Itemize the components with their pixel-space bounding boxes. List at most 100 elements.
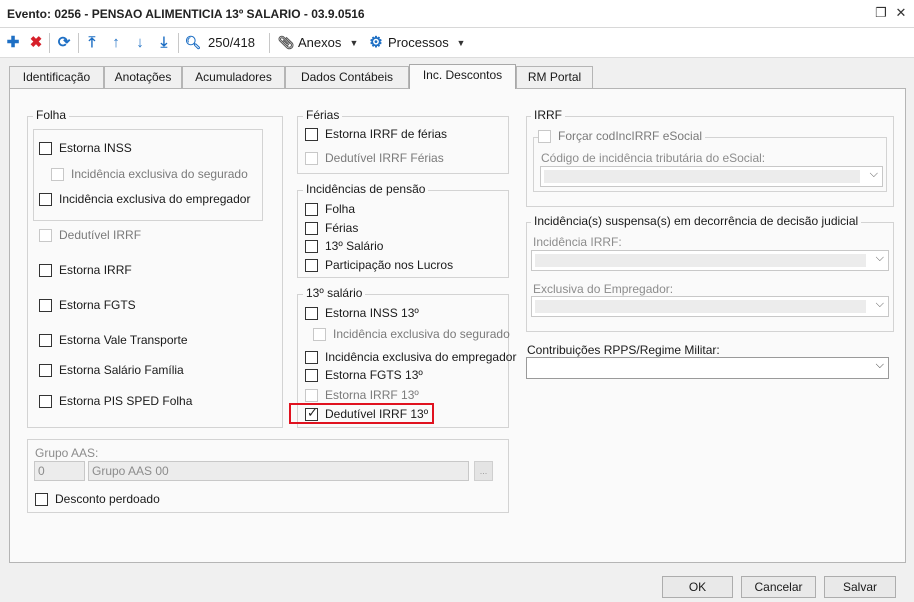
paperclip-icon[interactable]: 📎︎ xyxy=(276,32,296,54)
forcar-codinc-label: Forçar codIncIRRF eSocial xyxy=(558,129,703,143)
pensao-folha-label: Folha xyxy=(325,202,356,216)
folha-inc-excl-segurado-checkbox[interactable]: Incidência exclusiva do segurado xyxy=(51,166,248,182)
pensao-folha-checkbox[interactable]: Folha xyxy=(305,201,355,217)
refresh-icon[interactable]: ⟳ xyxy=(54,32,74,54)
codigo-incidencia-select[interactable]: ⌵ xyxy=(540,166,883,187)
first-record-icon[interactable]: ⤒ xyxy=(82,32,102,54)
estorna-salario-familia-label: Estorna Salário Família xyxy=(59,363,184,377)
processos-menu[interactable]: Processos xyxy=(388,32,449,54)
decimo-inc-excl-empregador-checkbox[interactable]: Incidência exclusiva do empregador xyxy=(305,349,516,365)
exclusiva-empregador-label: Exclusiva do Empregador: xyxy=(533,282,674,296)
estorna-irrf-ferias-label: Estorna IRRF de férias xyxy=(325,127,448,141)
decimo-inc-excl-segurado-checkbox[interactable]: Incidência exclusiva do segurado xyxy=(313,326,510,342)
incidencia-irrf-label: Incidência IRRF: xyxy=(533,235,622,249)
processos-caret-icon[interactable]: ▼ xyxy=(455,32,467,54)
estorna-fgts-13-label: Estorna FGTS 13º xyxy=(325,368,423,382)
anexos-caret-icon[interactable]: ▼ xyxy=(348,32,360,54)
suspensa-group-title: Incidência(s) suspensa(s) em decorrência… xyxy=(531,214,862,228)
toolbar: ✚ ✖ ⟳ ⤒ ↑ ↓ ⤓ 🔍︎ 250/418 📎︎ Anexos ▼ ⚙ P… xyxy=(0,28,914,58)
toolbar-separator xyxy=(78,33,79,53)
pensao-decimo-checkbox[interactable]: 13º Salário xyxy=(305,238,383,254)
window-title: Evento: 0256 - PENSAO ALIMENTICIA 13º SA… xyxy=(7,7,365,21)
dedutivel-irrf-ferias-label: Dedutível IRRF Férias xyxy=(325,151,444,165)
ferias-group-title: Férias xyxy=(303,108,343,122)
chevron-down-icon: ⌵ xyxy=(875,252,884,264)
grupo-aas-code-field[interactable]: 0 xyxy=(34,461,85,481)
last-record-icon[interactable]: ⤓ xyxy=(154,32,174,54)
estorna-pis-label: Estorna PIS SPED Folha xyxy=(59,394,193,408)
chevron-down-icon: ⌵ xyxy=(869,168,878,180)
tab-identificacao[interactable]: Identificação xyxy=(9,66,104,88)
codigo-incidencia-label: Código de incidência tributária do eSoci… xyxy=(541,151,766,165)
decimo-group-title: 13º salário xyxy=(303,286,366,300)
next-record-icon[interactable]: ↓ xyxy=(130,32,150,54)
estorna-vale-transporte-checkbox[interactable]: Estorna Vale Transporte xyxy=(39,332,188,348)
decimo-inc-excl-segurado-label: Incidência exclusiva do segurado xyxy=(333,327,510,341)
cancel-button[interactable]: Cancelar xyxy=(741,576,816,598)
pensao-decimo-label: 13º Salário xyxy=(325,239,384,253)
record-counter: 250/418 xyxy=(208,35,255,50)
desconto-perdoado-checkbox[interactable]: Desconto perdoado xyxy=(35,491,160,507)
dedutivel-irrf-label: Dedutível IRRF xyxy=(59,228,142,242)
estorna-fgts-label: Estorna FGTS xyxy=(59,298,136,312)
anexos-menu[interactable]: Anexos xyxy=(298,32,341,54)
add-icon[interactable]: ✚ xyxy=(3,32,23,54)
rpps-select[interactable]: ⌵ xyxy=(526,357,889,379)
highlight-annotation xyxy=(289,403,434,424)
restore-window-icon[interactable]: ❐ xyxy=(873,5,889,21)
pensao-ferias-label: Férias xyxy=(325,221,359,235)
desconto-perdoado-label: Desconto perdoado xyxy=(55,492,160,506)
folha-inc-excl-segurado-label: Incidência exclusiva do segurado xyxy=(71,167,248,181)
pensao-ferias-checkbox[interactable]: Férias xyxy=(305,220,358,236)
estorna-salario-familia-checkbox[interactable]: Estorna Salário Família xyxy=(39,362,184,378)
tab-inc-descontos[interactable]: Inc. Descontos xyxy=(409,64,516,89)
ok-button[interactable]: OK xyxy=(662,576,733,598)
estorna-inss-13-label: Estorna INSS 13º xyxy=(325,306,419,320)
delete-icon[interactable]: ✖ xyxy=(26,32,46,54)
decimo-inc-excl-empregador-label: Incidência exclusiva do empregador xyxy=(325,350,517,364)
estorna-fgts-checkbox[interactable]: Estorna FGTS xyxy=(39,297,136,313)
dedutivel-irrf-ferias-checkbox[interactable]: Dedutível IRRF Férias xyxy=(305,150,444,166)
estorna-inss-13-checkbox[interactable]: Estorna INSS 13º xyxy=(305,305,419,321)
dedutivel-irrf-checkbox[interactable]: Dedutível IRRF xyxy=(39,227,141,243)
estorna-inss-label: Estorna INSS xyxy=(59,141,132,155)
grupo-aas-lookup-button[interactable]: ... xyxy=(474,461,493,481)
tab-rm-portal[interactable]: RM Portal xyxy=(516,66,593,88)
tab-acumuladores[interactable]: Acumuladores xyxy=(182,66,285,88)
toolbar-separator xyxy=(49,33,50,53)
estorna-pis-checkbox[interactable]: Estorna PIS SPED Folha xyxy=(39,393,192,409)
estorna-vale-transporte-label: Estorna Vale Transporte xyxy=(59,333,188,347)
toolbar-separator xyxy=(178,33,179,53)
irrf-group-title: IRRF xyxy=(531,108,565,122)
tab-dados-contabeis[interactable]: Dados Contábeis xyxy=(285,66,409,88)
estorna-inss-checkbox[interactable]: Estorna INSS xyxy=(39,140,132,156)
estorna-irrf-checkbox[interactable]: Estorna IRRF xyxy=(39,262,132,278)
folha-group-title: Folha xyxy=(33,108,70,122)
close-window-icon[interactable]: ✕ xyxy=(893,5,909,21)
tab-anotacoes[interactable]: Anotações xyxy=(104,66,182,88)
pensao-plr-checkbox[interactable]: Participação nos Lucros xyxy=(305,257,453,273)
forcar-codinc-checkbox[interactable]: Forçar codIncIRRF eSocial xyxy=(538,128,706,144)
toolbar-separator xyxy=(269,33,270,53)
grupo-aas-label: Grupo AAS: xyxy=(35,446,99,460)
folha-inc-excl-empregador-checkbox[interactable]: Incidência exclusiva do empregador xyxy=(39,191,250,207)
grupo-aas-name-field[interactable]: Grupo AAS 00 xyxy=(88,461,469,481)
search-icon[interactable]: 🔍︎ xyxy=(183,32,203,54)
estorna-fgts-13-checkbox[interactable]: Estorna FGTS 13º xyxy=(305,367,423,383)
chevron-down-icon: ⌵ xyxy=(875,298,884,310)
estorna-irrf-ferias-checkbox[interactable]: Estorna IRRF de férias xyxy=(305,126,447,142)
incidencia-irrf-select[interactable]: ⌵ xyxy=(531,250,889,271)
gear-icon[interactable]: ⚙ xyxy=(367,32,385,54)
rpps-label: Contribuições RPPS/Regime Militar: xyxy=(527,343,720,357)
estorna-irrf-label: Estorna IRRF xyxy=(59,263,132,277)
pensao-group-title: Incidências de pensão xyxy=(303,182,429,196)
previous-record-icon[interactable]: ↑ xyxy=(106,32,126,54)
window-titlebar: Evento: 0256 - PENSAO ALIMENTICIA 13º SA… xyxy=(0,0,914,28)
chevron-down-icon: ⌵ xyxy=(875,359,884,371)
save-button[interactable]: Salvar xyxy=(824,576,896,598)
pensao-plr-label: Participação nos Lucros xyxy=(325,258,454,272)
exclusiva-empregador-select[interactable]: ⌵ xyxy=(531,296,889,317)
estorna-irrf-13-label: Estorna IRRF 13º xyxy=(325,388,419,402)
estorna-irrf-13-checkbox[interactable]: Estorna IRRF 13º xyxy=(305,387,419,403)
folha-inc-excl-empregador-label: Incidência exclusiva do empregador xyxy=(59,192,251,206)
